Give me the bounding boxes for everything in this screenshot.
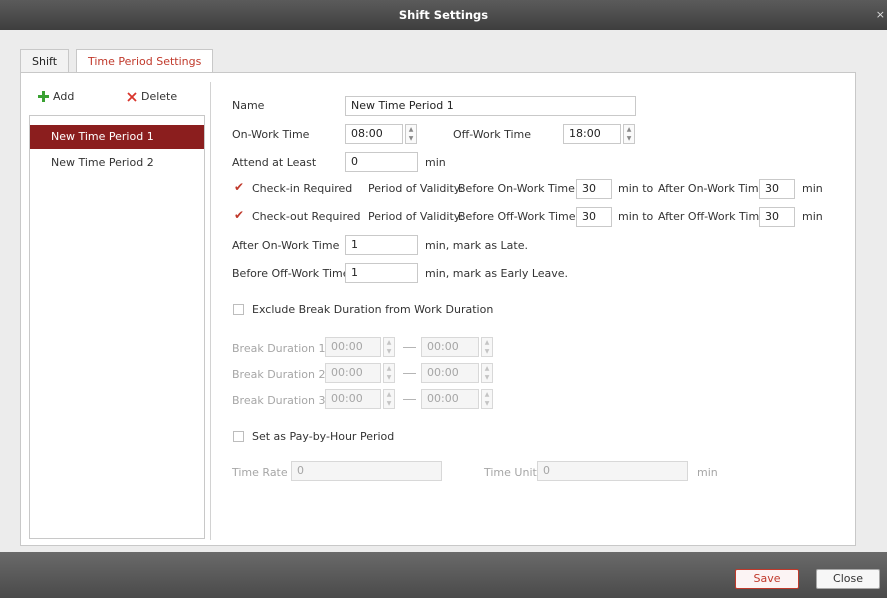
break-duration-label: Break Duration 1 xyxy=(232,342,326,355)
checkout-validity-label: Period of Validity: xyxy=(368,210,464,223)
checkin-before-input[interactable]: 30 xyxy=(576,179,612,199)
on-work-time-label: On-Work Time xyxy=(232,128,310,141)
time-period-list: New Time Period 1 New Time Period 2 xyxy=(29,115,205,539)
name-input[interactable]: New Time Period 1 xyxy=(345,96,636,116)
early-leave-input[interactable]: 1 xyxy=(345,263,418,283)
range-dash xyxy=(403,399,416,400)
add-label: Add xyxy=(53,90,75,103)
checkin-before-label: Before On-Work Time xyxy=(458,182,575,195)
on-work-time-input[interactable]: 08:00 xyxy=(345,124,403,144)
break-start-stepper[interactable]: ▲ ▼ xyxy=(383,363,395,383)
pay-by-hour-label: Set as Pay-by-Hour Period xyxy=(252,430,395,443)
range-dash xyxy=(403,347,416,348)
checkin-label: Check-in Required xyxy=(252,182,353,195)
checkout-min-to-label: min to xyxy=(618,210,654,223)
attend-at-least-input[interactable]: 0 xyxy=(345,152,418,172)
break-duration-label: Break Duration 3 xyxy=(232,394,326,407)
break-end-input[interactable]: 00:00 xyxy=(421,363,479,383)
delete-label: Delete xyxy=(141,90,178,103)
off-work-time-input[interactable]: 18:00 xyxy=(563,124,621,144)
attend-unit-label: min xyxy=(425,156,446,169)
exclude-break-checkbox[interactable] xyxy=(233,304,244,315)
tab-time-period-settings[interactable]: Time Period Settings xyxy=(76,49,214,73)
list-item[interactable]: New Time Period 1 xyxy=(30,125,204,149)
checkout-before-input[interactable]: 30 xyxy=(576,207,612,227)
break-start-input[interactable]: 00:00 xyxy=(325,363,381,383)
break-end-stepper[interactable]: ▲ ▼ xyxy=(481,337,493,357)
add-button[interactable]: Add xyxy=(38,90,98,106)
checkin-min-to-label: min to xyxy=(618,182,654,195)
tab-shift[interactable]: Shift xyxy=(20,49,70,72)
time-unit-label: Time Unit xyxy=(484,466,537,479)
off-work-time-stepper[interactable]: ▲ ▼ xyxy=(623,124,635,144)
late-suffix-label: min, mark as Late. xyxy=(425,239,528,252)
time-unit-input[interactable]: 0 xyxy=(537,461,688,481)
window-title: Shift Settings xyxy=(398,8,489,22)
divider xyxy=(210,82,211,540)
checkin-checkbox[interactable]: ✔ xyxy=(234,181,245,193)
break-duration-label: Break Duration 2 xyxy=(232,368,326,381)
checkout-checkbox[interactable]: ✔ xyxy=(234,209,245,221)
range-dash xyxy=(403,373,416,374)
pay-by-hour-checkbox[interactable] xyxy=(233,431,244,442)
delete-button[interactable]: Delete xyxy=(127,90,187,106)
save-button[interactable]: Save xyxy=(735,569,799,589)
break-end-input[interactable]: 00:00 xyxy=(421,337,479,357)
checkout-after-input[interactable]: 30 xyxy=(759,207,795,227)
off-work-time-label: Off-Work Time xyxy=(453,128,532,141)
title-bar: Shift Settings × xyxy=(0,0,887,30)
break-end-stepper[interactable]: ▲ ▼ xyxy=(481,389,493,409)
on-work-time-stepper[interactable]: ▲ ▼ xyxy=(405,124,417,144)
late-input[interactable]: 1 xyxy=(345,235,418,255)
x-icon xyxy=(127,92,137,102)
checkin-validity-label: Period of Validity: xyxy=(368,182,464,195)
checkout-after-label: After Off-Work Time xyxy=(658,210,766,223)
early-leave-suffix-label: min, mark as Early Leave. xyxy=(425,267,569,280)
break-start-input[interactable]: 00:00 xyxy=(325,389,381,409)
break-start-stepper[interactable]: ▲ ▼ xyxy=(383,337,395,357)
early-leave-label: Before Off-Work Time xyxy=(232,267,350,280)
checkin-after-label: After On-Work Time xyxy=(658,182,766,195)
break-start-stepper[interactable]: ▲ ▼ xyxy=(383,389,395,409)
plus-icon xyxy=(38,91,49,102)
checkout-unit-label: min xyxy=(802,210,823,223)
checkout-before-label: Before Off-Work Time xyxy=(458,210,576,223)
exclude-break-label: Exclude Break Duration from Work Duratio… xyxy=(252,303,494,316)
name-label: Name xyxy=(232,99,265,112)
time-rate-input[interactable]: 0 xyxy=(291,461,442,481)
time-unit-suffix-label: min xyxy=(697,466,718,479)
attend-at-least-label: Attend at Least xyxy=(232,156,317,169)
late-label: After On-Work Time xyxy=(232,239,340,252)
checkin-after-input[interactable]: 30 xyxy=(759,179,795,199)
time-rate-label: Time Rate xyxy=(232,466,288,479)
break-end-input[interactable]: 00:00 xyxy=(421,389,479,409)
checkout-label: Check-out Required xyxy=(252,210,361,223)
close-icon[interactable]: × xyxy=(876,8,885,21)
close-button[interactable]: Close xyxy=(816,569,880,589)
checkin-unit-label: min xyxy=(802,182,823,195)
break-start-input[interactable]: 00:00 xyxy=(325,337,381,357)
break-end-stepper[interactable]: ▲ ▼ xyxy=(481,363,493,383)
list-item[interactable]: New Time Period 2 xyxy=(30,151,204,175)
